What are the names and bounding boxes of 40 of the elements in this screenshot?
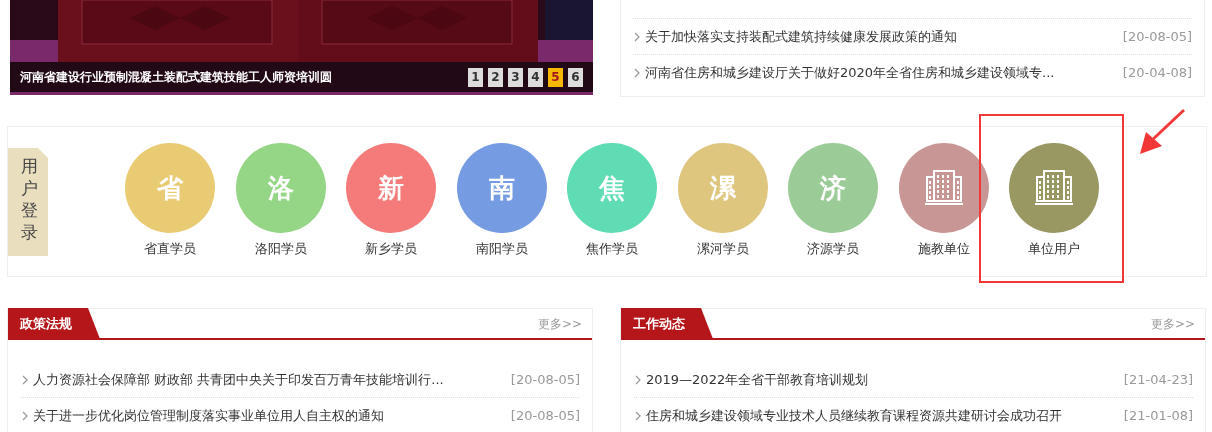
login-label: 省直学员 <box>144 240 197 258</box>
login-label: 洛阳学员 <box>254 240 307 258</box>
chevron-icon <box>633 67 641 78</box>
page-button[interactable]: 6 <box>568 67 583 87</box>
panel-title: 工作动态 <box>621 308 713 339</box>
news-date: [20-04-08] <box>1122 63 1192 82</box>
news-date: [21-01-08] <box>1123 406 1193 425</box>
login-label: 济源学员 <box>807 240 860 258</box>
arrow <box>1138 107 1188 157</box>
news-date: [20-08-05] <box>510 370 580 389</box>
news-date: [21-04-23] <box>1123 370 1193 389</box>
news-date: [20-08-05] <box>510 406 580 425</box>
slide-caption: 河南省建设行业预制混凝土装配式建筑技能工人师资培训圆 <box>20 69 333 86</box>
login-label: 焦作学员 <box>586 240 639 258</box>
news-link[interactable]: 关于进一步优化岗位管理制度落实事业单位用人自主权的通知 <box>33 405 511 426</box>
news-date: [20-08-05] <box>1122 27 1192 46</box>
news-link[interactable]: 河南省住房和城乡建设厅关于做好2020年全省住房和城乡建设领域专... <box>645 62 1123 83</box>
chevron-icon <box>21 410 29 421</box>
chevron-icon <box>634 410 642 421</box>
login-label: 南阳学员 <box>475 240 528 258</box>
news-link[interactable]: 住房和城乡建设领域专业技术人员继续教育课程资源共建研讨会成功召开 <box>646 405 1124 426</box>
login-label: 施教单位 <box>917 240 970 258</box>
login-label: 用户登录 <box>21 155 38 244</box>
chevron-icon <box>633 31 641 42</box>
login-label: 新乡学员 <box>365 240 418 258</box>
chevron-icon <box>634 374 642 385</box>
login-label: 单位用户 <box>1028 240 1081 258</box>
building-icon <box>1034 169 1075 207</box>
page-button[interactable]: 2 <box>488 67 503 87</box>
page-button[interactable]: 1 <box>468 67 483 87</box>
login-label: 漯河学员 <box>696 240 749 258</box>
page-button[interactable]: 3 <box>508 67 523 87</box>
page-button[interactable]: 5 <box>548 67 563 87</box>
news-link[interactable]: 人力资源社会保障部 财政部 共青团中央关于印发百万青年技能培训行... <box>33 369 511 390</box>
news-link[interactable]: 2019—2022年全省干部教育培训规划 <box>646 369 1124 390</box>
news-link[interactable]: 关于加快落实支持装配式建筑持续健康发展政策的通知 <box>645 26 1123 47</box>
panel-title: 政策法规 <box>8 308 100 339</box>
chevron-icon <box>21 374 29 385</box>
page-button[interactable]: 4 <box>528 67 543 87</box>
building-icon <box>923 169 964 207</box>
